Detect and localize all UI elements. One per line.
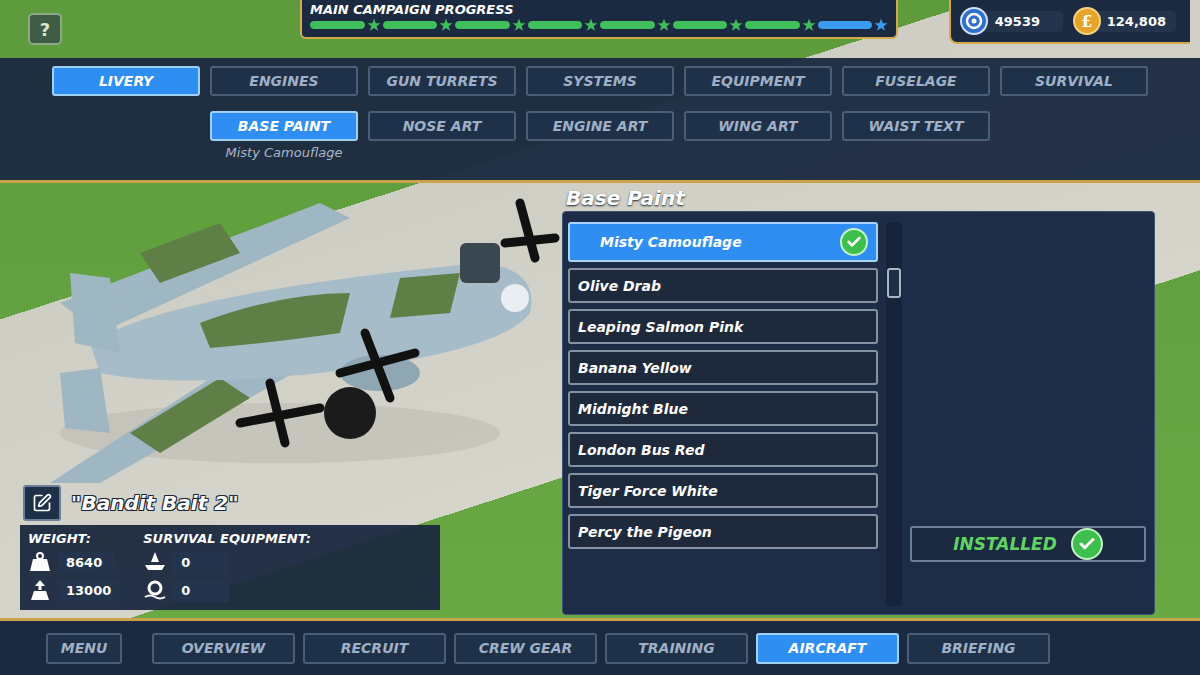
livery-subtab[interactable]: ENGINE ART [526, 111, 674, 141]
star-icon [439, 18, 453, 32]
aircraft-illustration [20, 183, 560, 483]
progress-segment [383, 21, 438, 29]
top-bar: ? MAIN CAMPAIGN PROGRESS 49539 £124,808 [0, 0, 1200, 58]
rename-button[interactable] [23, 485, 61, 521]
livery-subtab[interactable]: WING ART [684, 111, 832, 141]
nav-button[interactable]: RECRUIT [303, 633, 446, 664]
category-tab[interactable]: EQUIPMENT [684, 66, 832, 96]
category-tab[interactable]: SYSTEMS [526, 66, 674, 96]
progress-segment [455, 21, 510, 29]
survival-label: SURVIVAL EQUIPMENT: [143, 531, 311, 546]
star-icon [729, 18, 743, 32]
aircraft-name-row: "Bandit Bait 2" [20, 485, 562, 525]
weight-value: 13000 [58, 579, 119, 602]
check-icon [1071, 528, 1103, 560]
campaign-progress: MAIN CAMPAIGN PROGRESS [300, 0, 898, 39]
progress-segment [310, 21, 365, 29]
paint-option[interactable]: Percy the Pigeon [568, 514, 878, 549]
money-currency: £124,808 [1073, 7, 1176, 35]
progress-segment [600, 21, 655, 29]
intel-icon [959, 6, 989, 36]
survival-value: 0 [173, 551, 229, 574]
progress-segments [310, 18, 888, 32]
paint-section: Base Paint Misty Camouflage Olive Drab Leap… [562, 183, 1200, 618]
subtab-value: Misty Camouflage [225, 145, 342, 160]
bottom-nav: MENU OVERVIEW RECRUIT CREW GEAR TRAINING AIRC… [0, 618, 1200, 675]
category-tab[interactable]: SURVIVAL [1000, 66, 1148, 96]
weight-value: 8640 [58, 551, 114, 574]
livery-subtab[interactable]: NOSE ART [368, 111, 516, 141]
category-tab[interactable]: LIVERY [52, 66, 200, 96]
currency-value: 124,808 [1095, 11, 1176, 32]
paint-option[interactable]: Banana Yellow [568, 350, 878, 385]
star-icon [584, 18, 598, 32]
lifering-icon [143, 578, 167, 602]
category-tab[interactable]: GUN TURRETS [368, 66, 516, 96]
divider [0, 180, 1200, 183]
survival-value: 0 [173, 579, 229, 602]
currencies: 49539 £124,808 [949, 0, 1190, 44]
category-tab[interactable]: ENGINES [210, 66, 358, 96]
aircraft-name: "Bandit Bait 2" [71, 491, 239, 515]
progress-segment [818, 21, 873, 29]
campaign-progress-title: MAIN CAMPAIGN PROGRESS [310, 2, 888, 18]
nav-button[interactable]: MENU [46, 633, 122, 664]
max-weight-icon [28, 578, 52, 602]
star-icon [802, 18, 816, 32]
livery-subtab[interactable]: BASE PAINT [210, 111, 358, 141]
weight-icon [28, 550, 52, 574]
nav-button[interactable]: BRIEFING [907, 633, 1050, 664]
paint-option[interactable]: Misty Camouflage [568, 222, 878, 262]
livery-subtabs: BASE PAINT Misty Camouflage NOSE ART ENGINE… [52, 111, 1200, 160]
dinghy-icon [143, 550, 167, 574]
tab-panel: LIVERY ENGINES GUN TURRETS SYSTEMS EQUIPMENT… [0, 58, 1200, 180]
paint-list: Misty Camouflage Olive Drab Leaping Salmon… [568, 222, 878, 606]
survival-row: 0 [143, 578, 311, 602]
star-icon [512, 18, 526, 32]
nav-button[interactable]: TRAINING [605, 633, 748, 664]
main-area: "Bandit Bait 2" WEIGHT: 8640 13000 SURVIVAL … [0, 183, 1200, 618]
nav-button[interactable]: AIRCRAFT [756, 633, 899, 664]
weight-row: 8640 [28, 550, 119, 574]
category-tab[interactable]: FUSELAGE [842, 66, 990, 96]
paint-option[interactable]: Tiger Force White [568, 473, 878, 508]
hangar-screen: ? MAIN CAMPAIGN PROGRESS 49539 £124,808 LIVE… [0, 0, 1200, 675]
weight-row: 13000 [28, 578, 119, 602]
progress-segment [745, 21, 800, 29]
progress-segment [528, 21, 583, 29]
star-icon [657, 18, 671, 32]
currency-value: 49539 [983, 11, 1063, 32]
star-icon [874, 18, 888, 32]
survival-row: 0 [143, 550, 311, 574]
help-button[interactable]: ? [28, 13, 62, 45]
progress-segment [673, 21, 728, 29]
nav-button[interactable]: OVERVIEW [152, 633, 295, 664]
edit-icon [32, 493, 52, 513]
star-icon [367, 18, 381, 32]
installed-check-icon [840, 228, 868, 256]
paint-option[interactable]: Midnight Blue [568, 391, 878, 426]
intel-currency: 49539 [959, 6, 1063, 36]
panel-title: Base Paint [562, 185, 1155, 211]
aircraft-view: "Bandit Bait 2" WEIGHT: 8640 13000 SURVIVAL … [0, 183, 562, 618]
livery-subtab[interactable]: WAIST TEXT [842, 111, 990, 141]
installed-status: INSTALLED [910, 526, 1146, 562]
paint-option[interactable]: Olive Drab [568, 268, 878, 303]
scrollbar[interactable] [886, 222, 902, 606]
paint-panel: Misty Camouflage Olive Drab Leaping Salmon… [562, 211, 1155, 615]
paint-option[interactable]: London Bus Red [568, 432, 878, 467]
coin-icon: £ [1073, 7, 1101, 35]
category-tabs: LIVERY ENGINES GUN TURRETS SYSTEMS EQUIPMENT… [52, 66, 1200, 96]
aircraft-stats: WEIGHT: 8640 13000 SURVIVAL EQUIPMENT: 0 0 [20, 525, 440, 610]
scroll-thumb[interactable] [887, 268, 901, 298]
weight-label: WEIGHT: [28, 531, 119, 546]
paint-option[interactable]: Leaping Salmon Pink [568, 309, 878, 344]
nav-button[interactable]: CREW GEAR [454, 633, 597, 664]
